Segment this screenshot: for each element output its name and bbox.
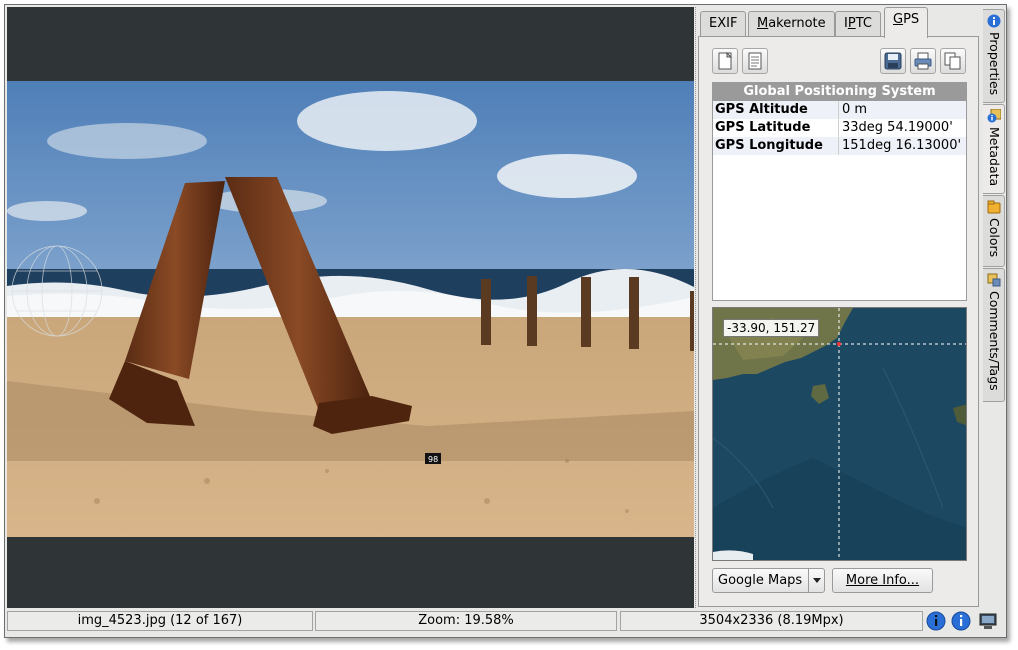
gps-latitude-value: 33deg 54.19000' xyxy=(842,120,953,135)
underexposure-indicator-button[interactable] xyxy=(926,611,946,631)
table-body: GPS Altitude 0 m GPS Latitude 33deg 54.1… xyxy=(713,101,966,155)
statusbar: img_4523.jpg (12 of 167) Zoom: 19.58% 35… xyxy=(5,610,1006,637)
sidebar-tab-label: Colors xyxy=(987,218,1002,258)
tab-exif[interactable]: EXIF xyxy=(700,11,747,37)
sidebar-tab-metadata[interactable]: Metadata xyxy=(983,104,1005,194)
sidebar-tab-comments-tags[interactable]: Comments/Tags xyxy=(983,268,1005,402)
map-image xyxy=(713,308,966,560)
sand-marker-label: 98 xyxy=(428,455,438,464)
full-view-button[interactable] xyxy=(742,48,768,74)
gps-latitude-key: GPS Latitude xyxy=(713,119,839,137)
table-header: Global Positioning System xyxy=(713,83,966,101)
gps-metadata-table: Global Positioning System GPS Altitude 0… xyxy=(712,82,967,301)
right-sidebar-panel: EXIF Makernote IPTC GPS Global Positioni xyxy=(698,7,980,610)
more-info-mnemonic: More Info... xyxy=(845,573,920,588)
status-filename: img_4523.jpg (12 of 167) xyxy=(7,611,313,631)
map-coordinates-label: -33.90, 151.27 xyxy=(723,319,820,337)
print-icon xyxy=(914,52,932,70)
edit-document-icon xyxy=(748,52,762,70)
image-viewer[interactable]: 98 xyxy=(7,7,694,608)
monitor-icon xyxy=(979,613,997,629)
info-icon xyxy=(987,14,1001,28)
table-row[interactable]: GPS Longitude 151deg 16.13000' xyxy=(713,137,966,155)
simple-view-button[interactable] xyxy=(712,48,738,74)
copy-metadata-button[interactable] xyxy=(940,48,966,74)
gps-map[interactable]: -33.90, 151.27 xyxy=(712,307,967,561)
table-row[interactable]: GPS Altitude 0 m xyxy=(713,101,966,119)
chevron-down-icon[interactable] xyxy=(808,569,824,592)
save-icon xyxy=(884,52,902,70)
folder-icon xyxy=(987,200,1001,214)
sidebar-tab-label: Metadata xyxy=(987,127,1002,187)
table-row[interactable]: GPS Latitude 33deg 54.19000' xyxy=(713,119,966,137)
overexposure-indicator-button[interactable] xyxy=(951,611,971,631)
print-metadata-button[interactable] xyxy=(910,48,936,74)
status-zoom: Zoom: 19.58% xyxy=(315,611,617,631)
more-info-button[interactable]: More Info... xyxy=(832,568,933,593)
tab-gps[interactable]: GPS xyxy=(884,7,929,38)
info-icon xyxy=(951,611,971,631)
tab-iptc[interactable]: IPTC xyxy=(835,11,881,37)
sidebar-tab-colors[interactable]: Colors xyxy=(983,195,1005,267)
sidebar-tab-label: Comments/Tags xyxy=(987,291,1002,391)
gps-altitude-value: 0 m xyxy=(842,102,868,117)
showfoto-window: 98 EXIF Makernote IPTC GPS Global Positi… xyxy=(4,4,1007,638)
gps-longitude-value: 151deg 16.13000' xyxy=(842,138,962,153)
metadata-tabbar: EXIF Makernote IPTC GPS xyxy=(698,7,980,38)
status-image-size: 3504x2336 (8.19Mpx) xyxy=(620,611,923,631)
gps-longitude-key: GPS Longitude xyxy=(713,137,839,155)
color-management-button[interactable] xyxy=(978,611,998,631)
panel-splitter[interactable] xyxy=(695,7,697,608)
gps-altitude-key: GPS Altitude xyxy=(713,101,839,119)
copy-icon xyxy=(944,52,961,70)
map-service-select[interactable]: Google Maps xyxy=(712,568,825,593)
gps-tab-page: Global Positioning System GPS Altitude 0… xyxy=(698,36,979,607)
save-metadata-button[interactable] xyxy=(880,48,906,74)
map-service-value: Google Maps xyxy=(718,573,803,588)
tag-icon xyxy=(987,273,1001,287)
info-icon xyxy=(926,611,946,631)
info-icon xyxy=(987,109,1001,123)
photo-preview: 98 xyxy=(7,81,694,537)
tab-makernote[interactable]: Makernote xyxy=(748,11,835,37)
sidebar-tab-label: Properties xyxy=(987,32,1002,96)
sidebar-tabbar: Properties Metadata Colors Comments/Tags xyxy=(982,7,1006,607)
new-document-icon xyxy=(718,52,733,70)
sidebar-tab-properties[interactable]: Properties xyxy=(983,9,1005,103)
